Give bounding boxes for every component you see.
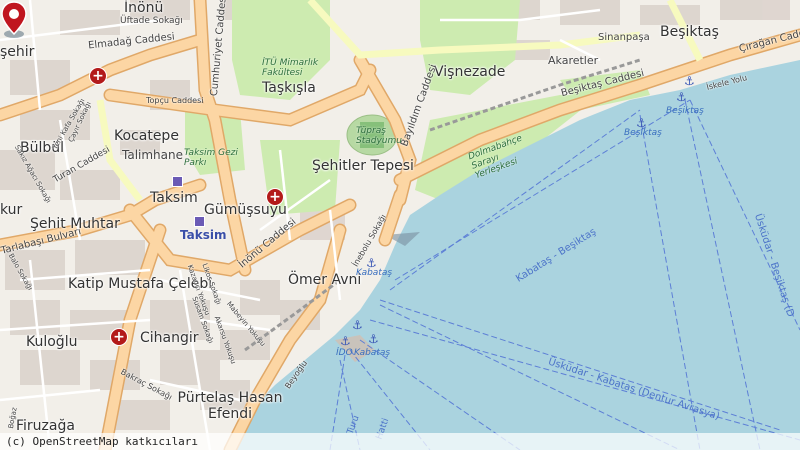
poi-taksim-metro[interactable]: Taksim: [180, 228, 226, 242]
street-sinanpasa: Sinanpaşa: [598, 32, 650, 43]
ferry-pier-icon[interactable]: ⚓: [368, 332, 379, 346]
metro-station-icon[interactable]: [194, 216, 205, 227]
district-kur-partial[interactable]: kur: [0, 202, 22, 218]
district-cihangir[interactable]: Cihangir: [140, 330, 199, 346]
pier-kabatas-2[interactable]: Kabataş: [354, 348, 390, 358]
ferry-pier-icon[interactable]: ⚓: [340, 334, 351, 348]
hospital-icon[interactable]: +: [110, 328, 128, 346]
pier-besiktas[interactable]: Beşiktaş: [666, 106, 704, 116]
district-purtelas[interactable]: Pürtelaş Hasan Efendi: [175, 390, 285, 422]
district-sehir-partial[interactable]: şehir: [0, 44, 34, 60]
ferry-pier-icon[interactable]: ⚓: [636, 116, 647, 130]
poi-stadium[interactable]: Tüpraş Stadyumu: [356, 126, 406, 146]
district-kuloglu[interactable]: Kuloğlu: [26, 334, 77, 350]
poi-itu[interactable]: İTÜ Mimarlık Fakültesi: [262, 58, 332, 78]
map-pin-icon[interactable]: [0, 0, 28, 40]
district-firuzaga[interactable]: Firuzağa: [16, 418, 75, 434]
map-base: [0, 0, 800, 450]
district-visnezade[interactable]: Vişnezade: [434, 64, 505, 80]
map-view[interactable]: Beşiktaş Vişnezade Taşkışla Kocatepe Tal…: [0, 0, 800, 450]
ferry-pier-icon[interactable]: ⚓: [676, 90, 687, 104]
district-omer-avni[interactable]: Ömer Avni: [288, 272, 361, 288]
hospital-icon[interactable]: +: [89, 67, 107, 85]
district-kocatepe[interactable]: Kocatepe: [114, 128, 179, 144]
district-besiktas[interactable]: Beşiktaş: [660, 24, 719, 40]
map-attribution[interactable]: (c) OpenStreetMap katkıcıları: [0, 433, 800, 450]
street-topcu: Topçu Caddesi: [146, 96, 204, 105]
street-akaretler: Akaretler: [548, 54, 599, 67]
ferry-pier-icon[interactable]: ⚓: [366, 256, 377, 270]
poi-ido[interactable]: İDO: [336, 348, 353, 358]
poi-gezi-park[interactable]: Taksim Gezi Parkı: [184, 148, 244, 168]
district-sehitler-tepesi[interactable]: Şehitler Tepesi: [312, 158, 414, 174]
ferry-pier-icon[interactable]: ⚓: [352, 318, 363, 332]
district-taksim[interactable]: Taksim: [150, 190, 198, 206]
ferry-pier-icon[interactable]: ⚓: [684, 74, 695, 88]
metro-station-icon[interactable]: [172, 176, 183, 187]
hospital-icon[interactable]: +: [266, 188, 284, 206]
district-inonu-partial[interactable]: İnönü: [124, 0, 163, 16]
street-uftade: Üftade Sokağı: [120, 16, 183, 26]
district-taskisla[interactable]: Taşkışla: [262, 80, 316, 96]
district-talimhane[interactable]: Talimhane: [122, 148, 183, 162]
